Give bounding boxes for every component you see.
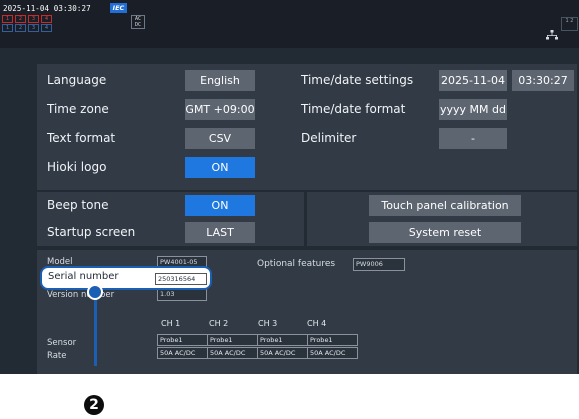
language-button[interactable]: English [185, 70, 255, 91]
device-screen: 2025-11-04 03:30:27 IEC 1 2 3 4 1 2 3 4 … [0, 0, 579, 374]
delimiter-label: Delimiter [301, 131, 357, 145]
time-zone-label: Time zone [47, 102, 109, 116]
startup-screen-button[interactable]: LAST [185, 222, 255, 243]
beep-tone-label: Beep tone [47, 198, 109, 212]
channel-indicators-red: 1 2 3 4 [2, 15, 52, 23]
channel-indicator: 1 [2, 15, 13, 23]
acdc-indicator: AC DC [131, 15, 145, 29]
channel-indicators-blue: 1 2 3 4 [2, 24, 52, 32]
touch-panel-calibration-button[interactable]: Touch panel calibration [369, 195, 521, 216]
time-date-settings-label: Time/date settings [301, 73, 414, 87]
time-button[interactable]: 03:30:27 [512, 70, 574, 91]
sensor-cell: Probe1 [207, 334, 258, 346]
channel-indicator: 4 [41, 15, 52, 23]
version-number-label: Version number [47, 290, 115, 300]
serial-number-highlight: Serial number 250316564 [40, 266, 212, 290]
beep-startup-panel: Beep tone ON Startup screen LAST [37, 192, 304, 246]
startup-screen-label: Startup screen [47, 225, 136, 239]
language-label: Language [47, 73, 107, 87]
channel-header: CH 1 [161, 319, 181, 328]
general-settings-panel: Language English Time zone GMT +09:00 Te… [37, 64, 577, 190]
rate-label: Rate [47, 351, 67, 361]
status-datetime: 2025-11-04 03:30:27 [3, 4, 91, 13]
channel-indicator: 2 [15, 15, 26, 23]
time-date-format-button[interactable]: yyyy MM dd [439, 99, 507, 120]
delimiter-button[interactable]: - [439, 128, 507, 149]
channel-indicator: 3 [28, 24, 39, 32]
network-icon [546, 30, 558, 40]
time-date-format-label: Time/date format [301, 102, 406, 116]
sensor-cell: Probe1 [307, 334, 358, 346]
corner-indicator: 1 2 [561, 17, 578, 31]
sensor-cell: Probe1 [157, 334, 208, 346]
beep-tone-toggle[interactable]: ON [185, 195, 255, 216]
text-format-label: Text format [47, 131, 116, 145]
serial-number-value: 250316564 [155, 273, 207, 285]
rate-cell: 50A AC/DC [157, 347, 208, 359]
callout-pointer-dot [87, 284, 103, 300]
sensor-label: Sensor [47, 338, 77, 348]
channel-header: CH 2 [209, 319, 229, 328]
callout-pointer-line [94, 290, 97, 366]
optional-features-label: Optional features [257, 259, 336, 269]
channel-indicator: 4 [41, 24, 52, 32]
sensor-cell: Probe1 [257, 334, 308, 346]
iec-badge: IEC [110, 3, 127, 13]
channel-indicator: 1 [2, 24, 13, 32]
channel-indicator: 2 [15, 24, 26, 32]
text-format-button[interactable]: CSV [185, 128, 255, 149]
channel-indicator: 3 [28, 15, 39, 23]
rate-cell: 50A AC/DC [307, 347, 358, 359]
system-reset-button[interactable]: System reset [369, 222, 521, 243]
rate-cell: 50A AC/DC [257, 347, 308, 359]
optional-features-value: PW9006 [353, 258, 405, 271]
rate-cell: 50A AC/DC [207, 347, 258, 359]
date-button[interactable]: 2025-11-04 [439, 70, 507, 91]
hioki-logo-label: Hioki logo [47, 160, 107, 174]
channel-header: CH 4 [307, 319, 327, 328]
channel-header: CH 3 [258, 319, 278, 328]
callout-number-badge: 2 [84, 395, 104, 415]
time-zone-button[interactable]: GMT +09:00 [185, 99, 255, 120]
hioki-logo-toggle[interactable]: ON [185, 157, 255, 178]
system-actions-panel: Touch panel calibration System reset [307, 192, 577, 246]
status-bar: 2025-11-04 03:30:27 IEC 1 2 3 4 1 2 3 4 … [0, 0, 579, 48]
serial-number-label: Serial number [48, 271, 119, 282]
